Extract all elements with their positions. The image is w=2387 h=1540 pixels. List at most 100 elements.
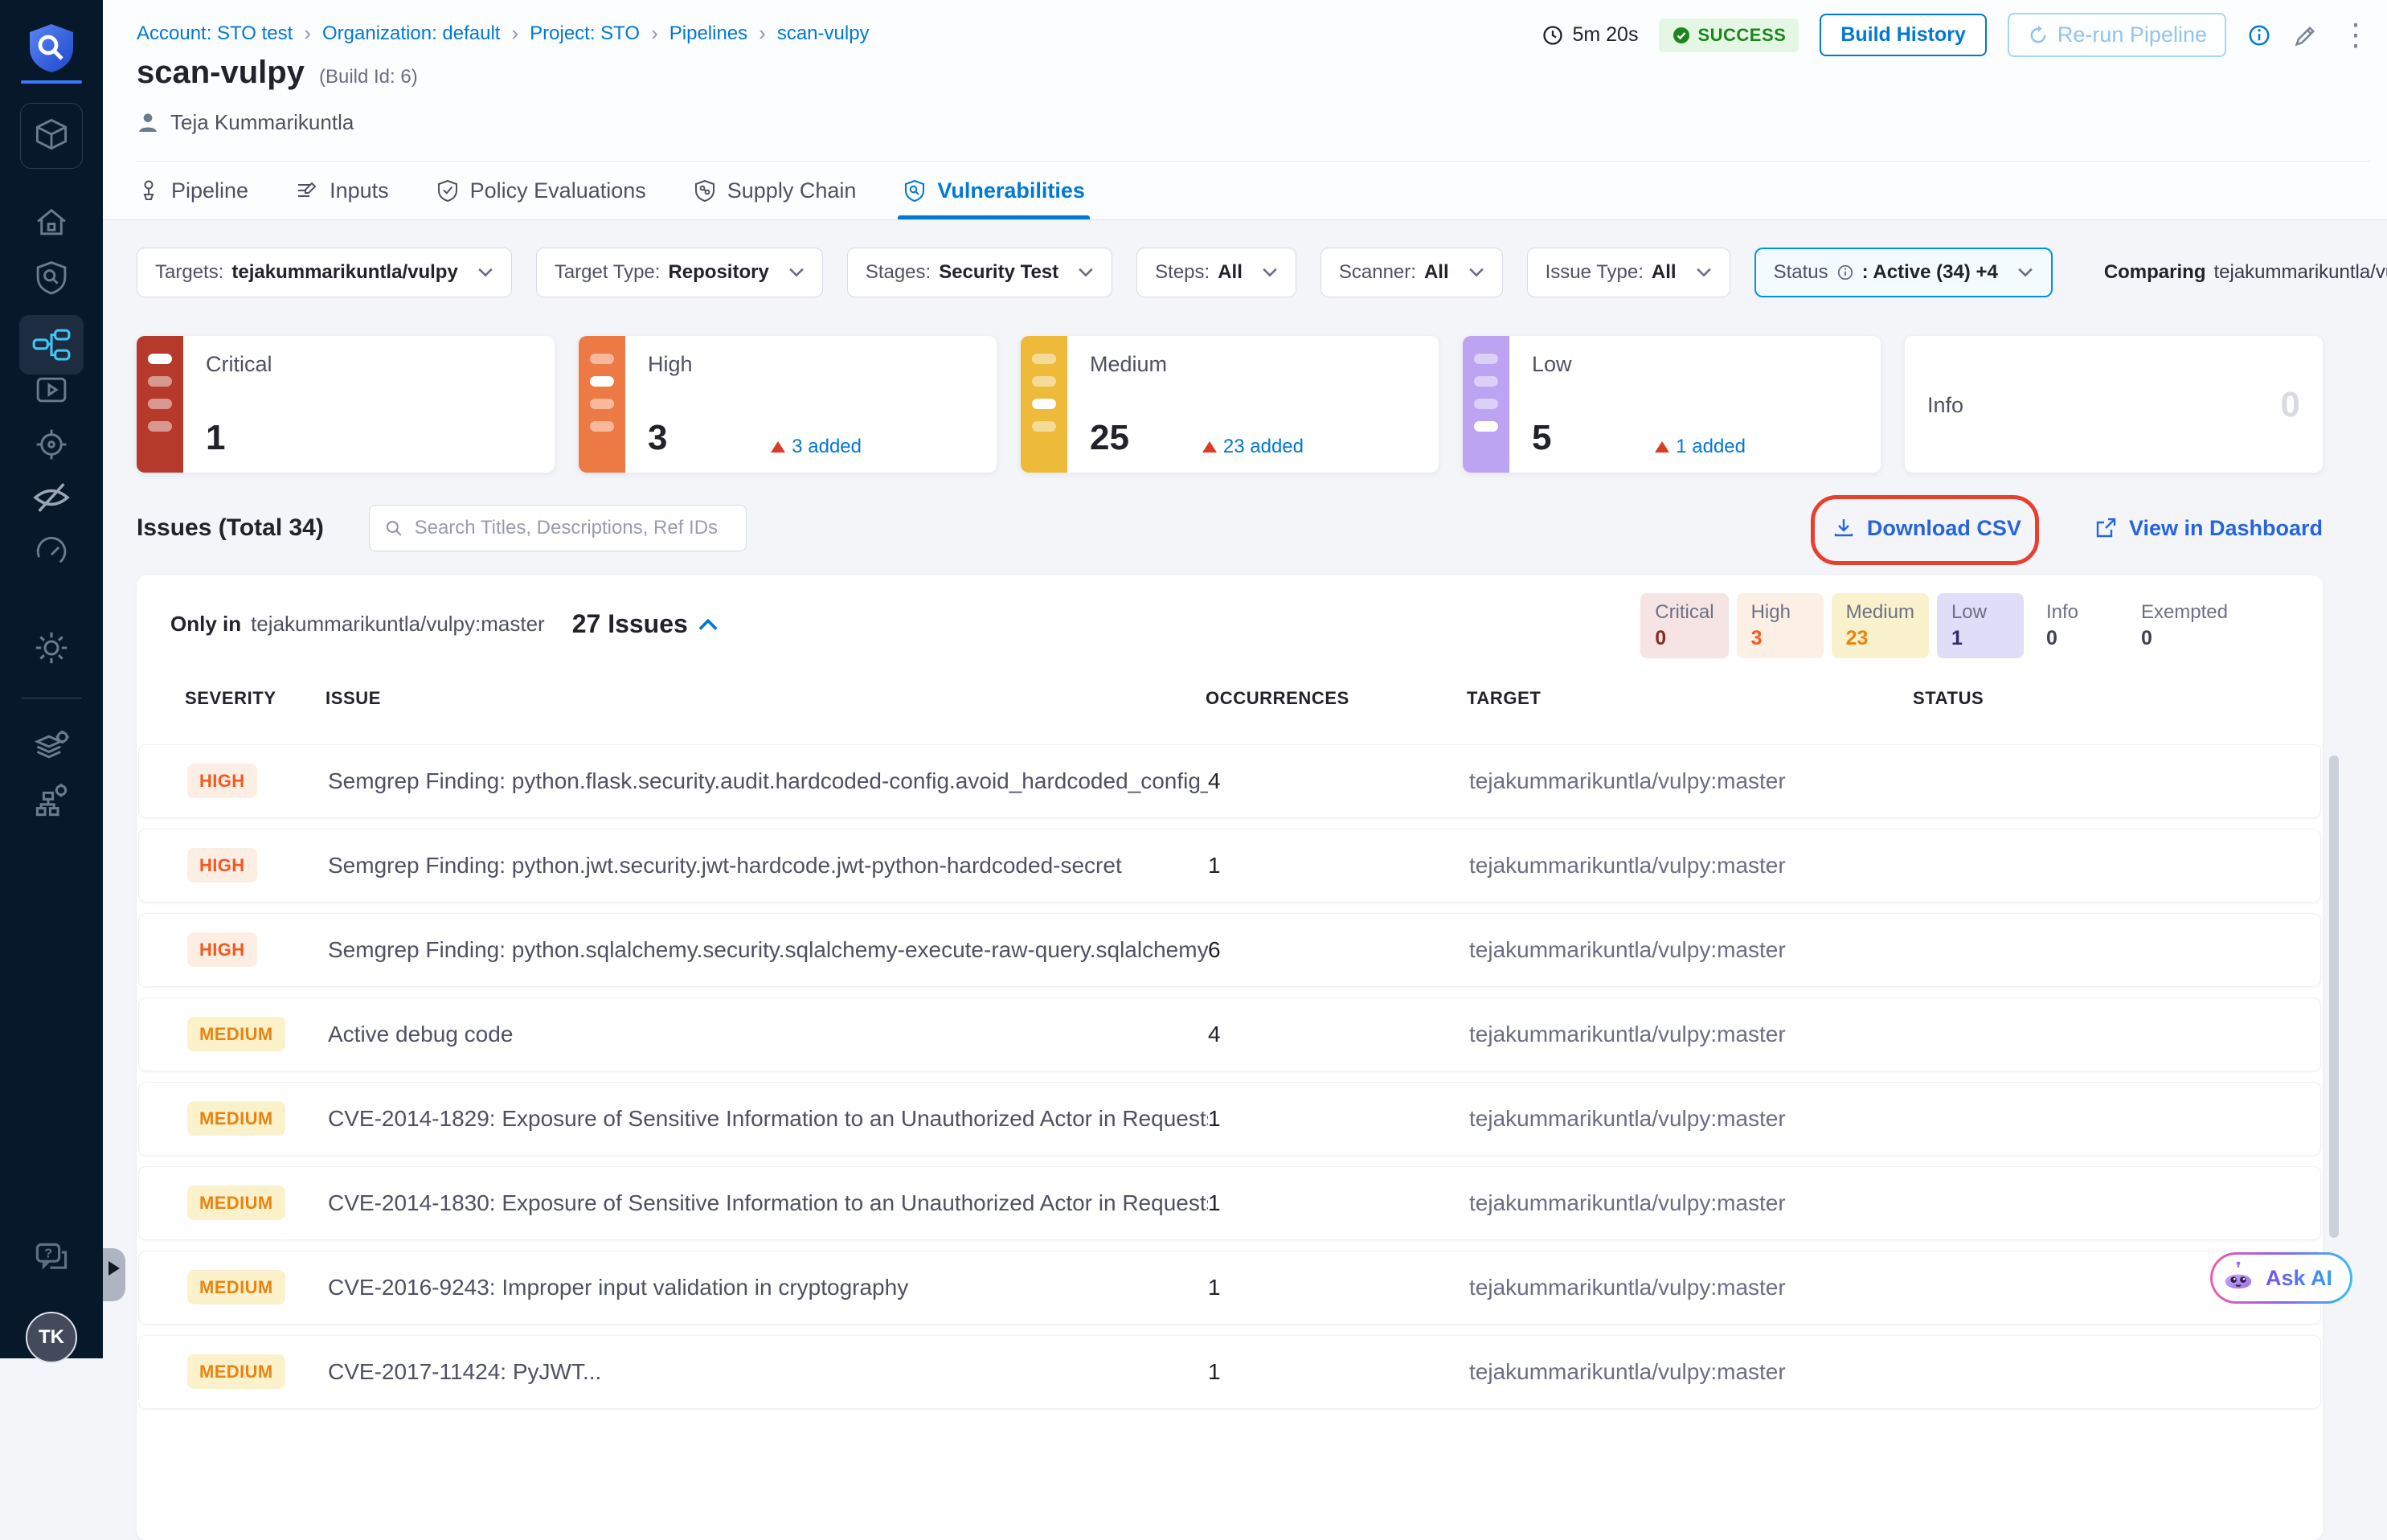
target-name: tejakummarikuntla/vulpy:master (1469, 1106, 1915, 1132)
sidebar-item-home[interactable] (33, 204, 70, 241)
critical-card[interactable]: Critical 1 (137, 336, 555, 473)
user-avatar[interactable]: TK (26, 1312, 77, 1363)
occurrences-count: 1 (1208, 1359, 1469, 1385)
col-target: TARGET (1467, 688, 1913, 709)
target-name: tejakummarikuntla/vulpy:master (1469, 1190, 1915, 1216)
issue-title: Active debug code (328, 1022, 1208, 1047)
tab-vulnerabilities[interactable]: Vulnerabilities (903, 162, 1085, 219)
home-icon (33, 204, 70, 241)
issues-total-title: Issues (Total 34) (137, 514, 324, 542)
table-row[interactable]: MEDIUM CVE-2017-11424: PyJWT... 1 tejaku… (138, 1335, 2321, 1409)
pipelines-icon (31, 326, 72, 363)
table-row[interactable]: MEDIUM CVE-2014-1830: Exposure of Sensit… (138, 1166, 2321, 1240)
tab-pipeline[interactable]: Pipeline (137, 162, 248, 219)
low-gauge-icon (1463, 336, 1509, 473)
issue-title: CVE-2014-1829: Exposure of Sensitive Inf… (328, 1106, 1208, 1132)
page-title: scan-vulpy (137, 55, 305, 91)
info-card[interactable]: Info 0 (1905, 336, 2323, 473)
tab-policy-evaluations[interactable]: Policy Evaluations (436, 162, 646, 219)
shield-check-icon (436, 178, 460, 203)
more-options-icon[interactable]: ⋮ (2340, 20, 2371, 51)
filter-steps[interactable]: Steps:All (1136, 248, 1296, 297)
module-cube-icon (32, 115, 71, 158)
filter-targets[interactable]: Targets:tejakummarikuntla/vulpy (137, 248, 512, 297)
severity-badge: MEDIUM (187, 1354, 285, 1389)
chip-critical[interactable]: Critical0 (1640, 593, 1728, 658)
high-card[interactable]: High 33 added (579, 336, 997, 473)
low-card[interactable]: Low 51 added (1463, 336, 1881, 473)
table-row[interactable]: HIGH Semgrep Finding: python.jwt.securit… (138, 829, 2321, 903)
chip-medium[interactable]: Medium23 (1832, 593, 1929, 658)
occurrences-count: 6 (1208, 937, 1469, 963)
filter-stages[interactable]: Stages:Security Test (847, 248, 1112, 297)
target-icon (33, 426, 70, 463)
severity-badge: MEDIUM (187, 1101, 285, 1136)
issue-title: Semgrep Finding: python.flask.security.a… (328, 768, 1208, 794)
user-icon (135, 109, 161, 135)
chevron-down-icon (788, 267, 805, 278)
target-name: tejakummarikuntla/vulpy:master (1469, 853, 1915, 879)
sidebar-item-pipelines-active[interactable] (19, 315, 84, 375)
info-icon (1836, 264, 1854, 281)
gear-icon (32, 629, 71, 667)
download-csv-button[interactable]: Download CSV (1832, 516, 2021, 541)
chip-exempted[interactable]: Exempted0 (2127, 593, 2242, 658)
breadcrumb-project[interactable]: Project: STO (530, 23, 640, 45)
filter-target-type[interactable]: Target Type:Repository (536, 248, 823, 297)
target-name: tejakummarikuntla/vulpy:master (1469, 1275, 1915, 1300)
clock-icon (1542, 24, 1564, 47)
sidebar-item-token[interactable] (33, 534, 70, 571)
breadcrumb: Account: STO test› Organization: default… (137, 21, 870, 46)
harness-sto-logo-icon[interactable] (27, 23, 76, 74)
chevron-up-icon[interactable] (698, 617, 719, 632)
issues-search[interactable] (369, 505, 747, 551)
search-input[interactable] (415, 517, 731, 539)
table-row[interactable]: HIGH Semgrep Finding: python.flask.secur… (138, 744, 2321, 818)
sidebar-item-targets[interactable] (33, 426, 70, 463)
occurrences-count: 1 (1208, 1190, 1469, 1216)
filter-scanner[interactable]: Scanner:All (1320, 248, 1503, 297)
tab-inputs[interactable]: Inputs (295, 162, 389, 219)
sidebar-item-settings[interactable] (32, 629, 71, 667)
chip-high[interactable]: High3 (1737, 593, 1824, 658)
occurrences-count: 1 (1208, 853, 1469, 879)
sidebar-item-overview[interactable] (33, 259, 70, 296)
rerun-pipeline-button[interactable]: Re-run Pipeline (2008, 13, 2226, 57)
sidebar-nav: ? TK (0, 0, 103, 1358)
filter-issue-type[interactable]: Issue Type:All (1527, 248, 1730, 297)
breadcrumb-org[interactable]: Organization: default (322, 23, 500, 45)
filter-status[interactable]: Status : Active (34) +4 (1754, 248, 2053, 297)
breadcrumb-pipeline-name[interactable]: scan-vulpy (777, 23, 870, 45)
breadcrumb-account[interactable]: Account: STO test (137, 23, 293, 45)
medium-card[interactable]: Medium 2523 added (1021, 336, 1439, 473)
sidebar-item-executions[interactable] (33, 371, 70, 408)
sidebar-item-help[interactable]: ? (32, 1239, 71, 1278)
severity-badge: HIGH (187, 932, 257, 967)
sidebar-expand-handle[interactable] (103, 1248, 125, 1301)
sidebar-item-test-targets[interactable] (31, 479, 72, 516)
info-icon[interactable] (2247, 23, 2271, 47)
issue-group-header[interactable]: Only in tejakummarikuntla/vulpy:master 2… (170, 609, 719, 639)
severity-cards: Critical 1 High 33 added Medium 2523 add… (137, 336, 2323, 473)
table-row[interactable]: HIGH Semgrep Finding: python.sqlalchemy.… (138, 913, 2321, 987)
view-in-dashboard-button[interactable]: View in Dashboard (2094, 516, 2323, 541)
chip-info[interactable]: Info0 (2032, 593, 2119, 658)
severity-badge: MEDIUM (187, 1017, 285, 1051)
comparing-label: Comparing tejakummarikuntla/vulpy:master… (2104, 261, 2387, 284)
tab-supply-chain[interactable]: Supply Chain (693, 162, 857, 219)
vertical-scrollbar[interactable] (2329, 756, 2339, 1238)
low-added-label: 1 added (1655, 436, 1746, 458)
breadcrumb-pipelines[interactable]: Pipelines (669, 23, 747, 45)
ask-ai-button[interactable]: Ask AI (2210, 1252, 2352, 1304)
chip-low[interactable]: Low1 (1937, 593, 2024, 658)
sidebar-item-default-settings[interactable] (32, 727, 71, 766)
table-row[interactable]: MEDIUM CVE-2016-9243: Improper input val… (138, 1251, 2321, 1325)
sidebar-item-module[interactable] (20, 103, 83, 169)
build-history-button[interactable]: Build History (1820, 14, 1987, 56)
edit-pipeline-icon[interactable] (2292, 22, 2319, 49)
sidebar-item-organizations[interactable] (32, 781, 71, 820)
issue-title: CVE-2017-11424: PyJWT... (328, 1359, 1208, 1385)
target-name: tejakummarikuntla/vulpy:master (1469, 768, 1915, 794)
table-row[interactable]: MEDIUM CVE-2014-1829: Exposure of Sensit… (138, 1082, 2321, 1156)
table-row[interactable]: MEDIUM Active debug code 4 tejakummariku… (138, 997, 2321, 1071)
